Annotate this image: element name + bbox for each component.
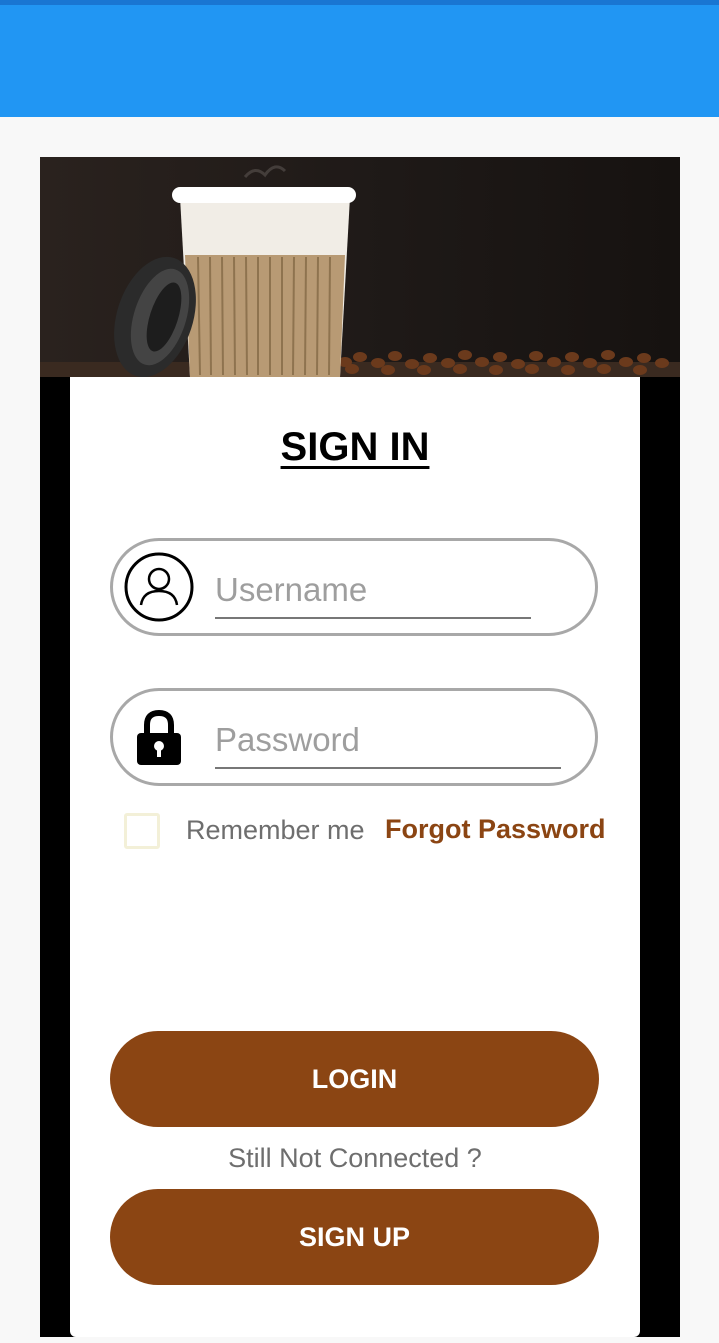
app-bar (0, 0, 719, 117)
password-input[interactable] (215, 713, 561, 769)
login-card-frame: SIGN IN Remem (40, 157, 680, 1337)
user-icon (123, 551, 195, 623)
username-input[interactable] (215, 563, 531, 619)
still-not-connected-text: Still Not Connected ? (228, 1143, 482, 1173)
login-button[interactable]: LOGIN (110, 1031, 599, 1127)
remember-me-label[interactable]: Remember me (186, 815, 365, 846)
remember-me-checkbox[interactable] (124, 813, 160, 849)
forgot-password-link[interactable]: Forgot Password (385, 814, 606, 845)
sign-up-button[interactable]: SIGN UP (110, 1189, 599, 1285)
password-field[interactable] (110, 688, 598, 786)
lock-icon (123, 701, 195, 773)
page-title: SIGN IN (280, 425, 430, 469)
coffee-hero-image (40, 157, 680, 377)
sign-in-form: SIGN IN Remem (70, 377, 640, 1337)
username-field[interactable] (110, 538, 598, 636)
